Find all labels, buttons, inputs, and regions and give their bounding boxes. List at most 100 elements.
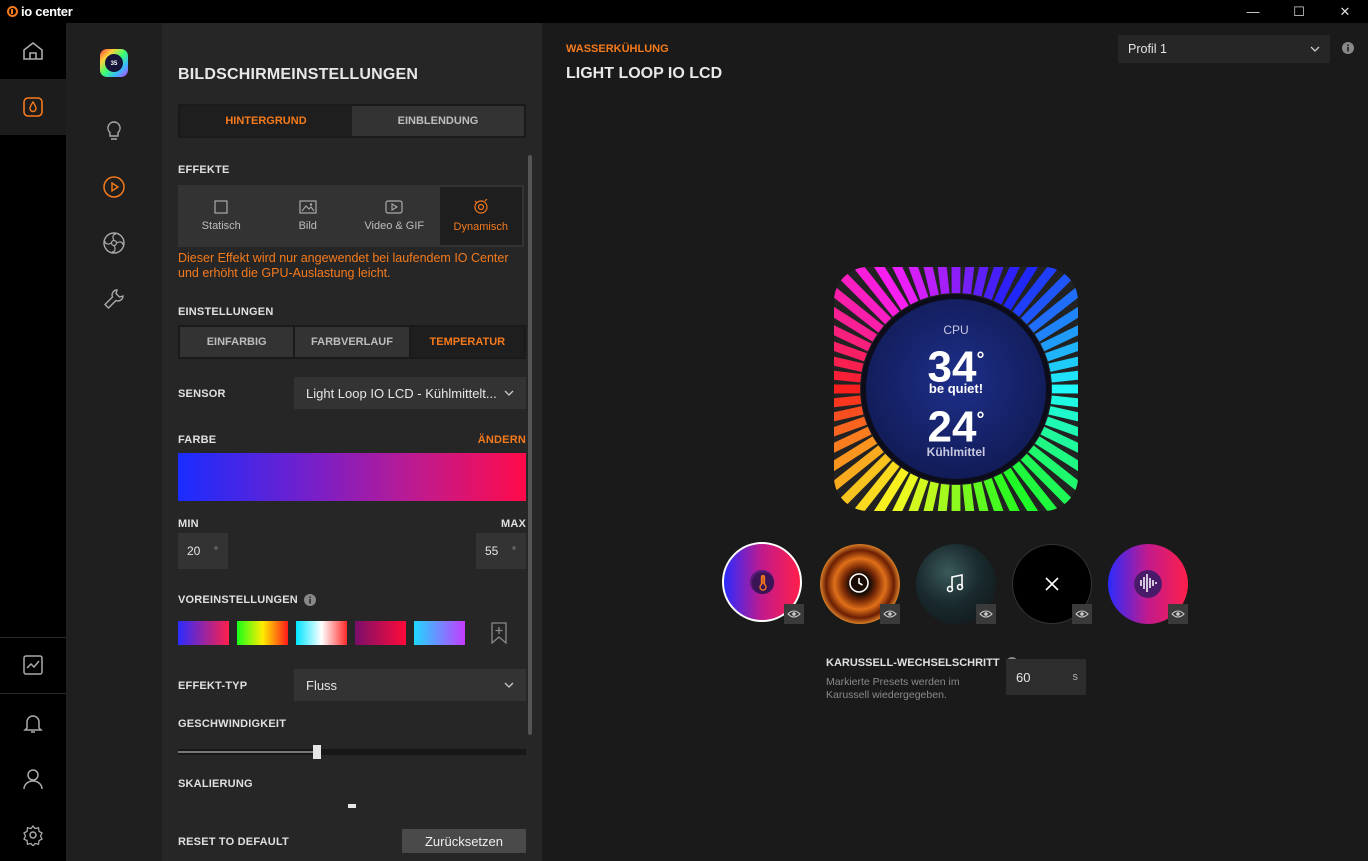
sub-nav-fans[interactable] [66, 221, 162, 265]
info-icon[interactable] [1342, 42, 1354, 54]
min-temperature-input[interactable]: 20 ° [178, 533, 228, 569]
color-mode-tabs: EINFARBIG FARBVERLAUF TEMPERATUR [178, 325, 526, 359]
save-preset-icon[interactable] [489, 622, 509, 644]
profile-value: Profil 1 [1128, 42, 1167, 56]
user-icon [23, 769, 43, 790]
profile-dropdown[interactable]: Profil 1 [1118, 35, 1330, 63]
lcd-device-icon: 35 [100, 49, 128, 77]
chevron-down-icon [504, 390, 514, 396]
preset-empty-visibility[interactable] [1072, 604, 1092, 624]
device-title: LIGHT LOOP IO LCD [566, 65, 723, 82]
dynamic-icon [474, 199, 488, 214]
main-navigation [0, 23, 66, 861]
preset-swatch-blue-red[interactable] [178, 621, 229, 645]
device-sub-navigation: 35 [66, 23, 162, 861]
reset-to-default-label: RESET TO DEFAULT [178, 836, 289, 848]
tab-temperature[interactable]: TEMPERATUR [410, 327, 524, 357]
preset-swatch-green-red[interactable] [237, 621, 288, 645]
effect-dynamic[interactable]: Dynamisch [439, 187, 522, 245]
preset-clock-visibility[interactable] [880, 604, 900, 624]
nav-water-cooling[interactable] [0, 79, 66, 135]
bell-icon [23, 715, 43, 733]
eye-icon [1075, 610, 1089, 618]
chevron-down-icon [1310, 46, 1320, 52]
max-temperature-input[interactable]: 55 ° [476, 533, 526, 569]
effect-image[interactable]: Bild [267, 187, 350, 245]
thermometer-icon [752, 572, 774, 594]
nav-notifications[interactable] [0, 695, 66, 751]
maximize-button[interactable]: ☐ [1276, 0, 1322, 23]
tab-solid-color[interactable]: EINFARBIG [180, 327, 294, 357]
effect-static[interactable]: Statisch [180, 187, 263, 245]
scaling-label: SKALIERUNG [178, 778, 253, 790]
eye-icon [979, 610, 993, 618]
info-icon[interactable] [303, 594, 316, 606]
preset-audio-visibility[interactable] [1168, 604, 1188, 624]
effect-type-label: EFFEKT-TYP [178, 680, 248, 692]
preset-swatch-cyan-purple[interactable] [414, 621, 465, 645]
carousel-hint: Markierte Presets werden im Karussell wi… [826, 676, 960, 701]
close-button[interactable]: ✕ [1322, 0, 1368, 23]
carousel-interval-input[interactable]: 60 s [1006, 659, 1086, 695]
effect-type-value: Fluss [306, 677, 338, 693]
panel-scrollbar-thumb[interactable] [528, 155, 532, 735]
effect-video-gif[interactable]: Video & GIF [353, 187, 436, 245]
close-x-icon [1045, 577, 1059, 591]
fan-icon [103, 232, 125, 254]
audio-wave-icon [1140, 574, 1157, 592]
sub-nav-lighting[interactable] [66, 109, 162, 153]
chevron-down-icon [504, 682, 514, 688]
image-icon [299, 200, 317, 214]
preset-temperature-visibility[interactable] [784, 604, 804, 624]
nav-settings[interactable] [0, 807, 66, 861]
settings-gear-icon [23, 824, 43, 846]
temperature-gradient-bar[interactable] [178, 453, 526, 501]
eye-icon [1171, 610, 1185, 618]
color-label: FARBE [178, 434, 217, 446]
home-icon [23, 41, 43, 60]
effects-selector: Statisch Bild Video & GIF Dynamisch [178, 185, 524, 247]
eye-icon [883, 610, 897, 618]
screen-settings-panel: BILDSCHIRMEINSTELLUNGEN HINTERGRUND EINB… [162, 23, 542, 861]
preset-music-visibility[interactable] [976, 604, 996, 624]
sub-nav-tools[interactable] [66, 277, 162, 321]
effects-label: EFFEKTE [178, 164, 230, 176]
sensor-dropdown-value: Light Loop IO LCD - Kühlmittelt... [306, 385, 497, 401]
effect-type-dropdown[interactable]: Fluss [294, 669, 526, 701]
sub-nav-lcd[interactable]: 35 [66, 41, 162, 85]
svg-text:35: 35 [111, 61, 118, 67]
lcd-fin [951, 484, 961, 511]
tab-gradient[interactable]: FARBVERLAUF [295, 327, 409, 357]
sensor-label: SENSOR [178, 388, 226, 400]
nav-account[interactable] [0, 751, 66, 807]
scaling-slider-thumb[interactable] [348, 804, 356, 808]
tab-background[interactable]: HINTERGRUND [180, 106, 352, 136]
sub-nav-display[interactable] [66, 165, 162, 209]
app-logo-text: io center [21, 4, 73, 19]
minimize-button[interactable]: — [1230, 0, 1276, 23]
reset-button[interactable]: Zurücksetzen [402, 829, 526, 853]
panel-title: BILDSCHIRMEINSTELLUNGEN [178, 66, 419, 83]
clock-icon [849, 573, 869, 593]
video-icon [385, 200, 403, 214]
speed-slider-thumb[interactable] [313, 745, 322, 759]
background-overlay-tabs: HINTERGRUND EINBLENDUNG [178, 104, 526, 138]
eye-icon [787, 610, 801, 618]
speed-slider-fill [178, 751, 318, 753]
nav-home[interactable] [0, 23, 66, 79]
sensor-dropdown[interactable]: Light Loop IO LCD - Kühlmittelt... [294, 377, 526, 409]
music-note-icon [946, 574, 964, 593]
nav-monitoring[interactable] [0, 637, 66, 693]
square-icon [214, 200, 228, 214]
gpu-warning: Dieser Effekt wird nur angewendet bei la… [178, 251, 509, 280]
preset-swatch-purple-red[interactable] [355, 621, 406, 645]
lcd-fin [951, 267, 961, 294]
play-circle-icon [103, 176, 125, 198]
tab-overlay[interactable]: EINBLENDUNG [352, 106, 524, 136]
settings-label: EINSTELLUNGEN [178, 306, 274, 318]
activity-chart-icon [23, 655, 43, 675]
change-color-link[interactable]: ÄNDERN [478, 434, 526, 446]
preset-swatch-cyan-red[interactable] [296, 621, 347, 645]
water-drop-icon [23, 97, 43, 117]
max-label: MAX [500, 518, 526, 530]
